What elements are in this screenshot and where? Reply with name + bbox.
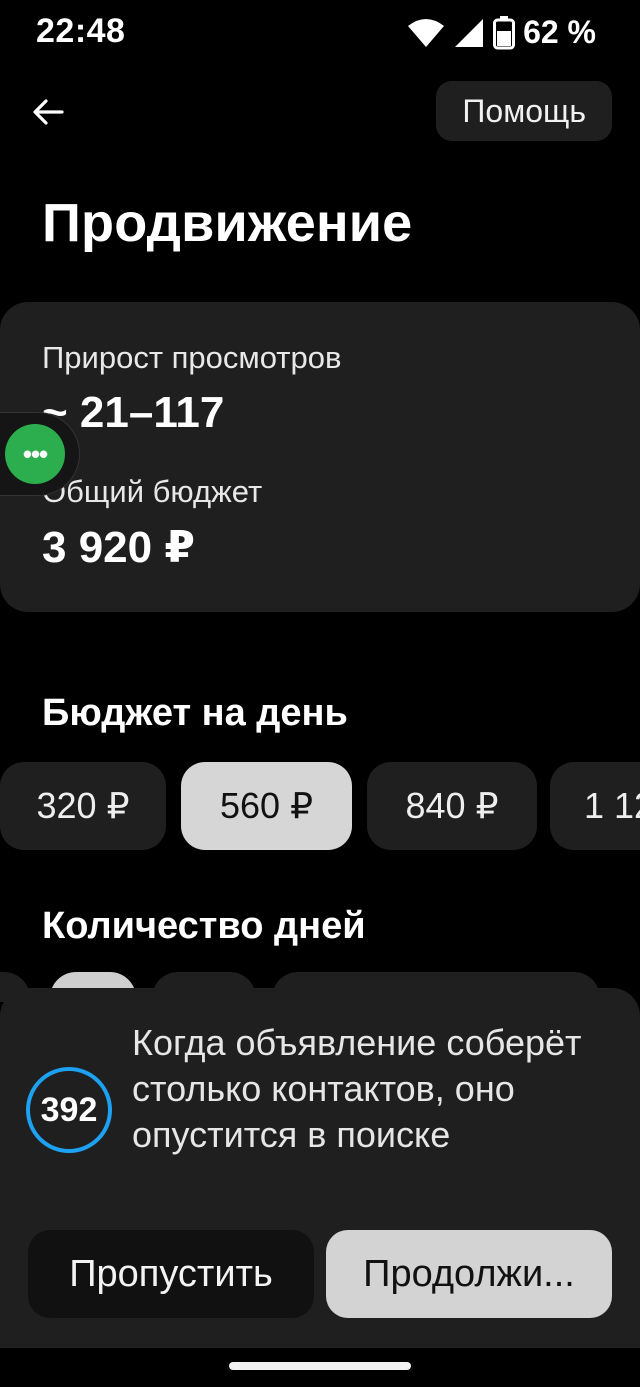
battery-percent: 62 % (523, 14, 596, 50)
continue-button[interactable]: Продолжи... (326, 1230, 612, 1318)
signal-icon (455, 18, 484, 47)
battery-icon (493, 15, 516, 49)
page-title: Продвижение (42, 193, 413, 253)
sheet-description: Когда объявление соберёт столько контакт… (132, 1022, 582, 1155)
status-time: 22:48 (36, 12, 126, 50)
more-dots-icon: ••• (5, 424, 65, 484)
wifi-icon (408, 18, 445, 47)
help-button[interactable]: Помощь (436, 81, 612, 141)
arrow-left-icon (33, 99, 64, 125)
budget-chip-1120[interactable]: 1 12 (550, 762, 640, 850)
status-bar: 22:48 62 % (0, 0, 640, 64)
skip-button[interactable]: Пропустить (28, 1230, 314, 1318)
views-growth-label: Прирост просмотров (42, 340, 342, 375)
total-budget-value: 3 920 ₽ (42, 523, 195, 572)
total-budget-label: Общий бюджет (42, 474, 263, 509)
home-indicator[interactable] (229, 1362, 411, 1370)
status-icons: 62 % (407, 14, 596, 51)
budget-chip-840[interactable]: 840 ₽ (367, 762, 537, 850)
floating-bubble[interactable]: ••• (0, 412, 80, 496)
contacts-limit-sheet: 392 Когда объявление соберёт столько кон… (0, 988, 640, 1348)
top-bar: Помощь (0, 78, 640, 144)
summary-card: Прирост просмотров ~ 21–117 Общий бюджет… (0, 302, 640, 612)
contacts-counter: 392 (26, 1067, 112, 1153)
budget-chip-320[interactable]: 320 ₽ (0, 762, 166, 850)
back-button[interactable] (22, 90, 74, 134)
daily-budget-title: Бюджет на день (42, 692, 348, 734)
days-count-title: Количество дней (42, 905, 366, 947)
budget-chip-560[interactable]: 560 ₽ (181, 762, 352, 850)
